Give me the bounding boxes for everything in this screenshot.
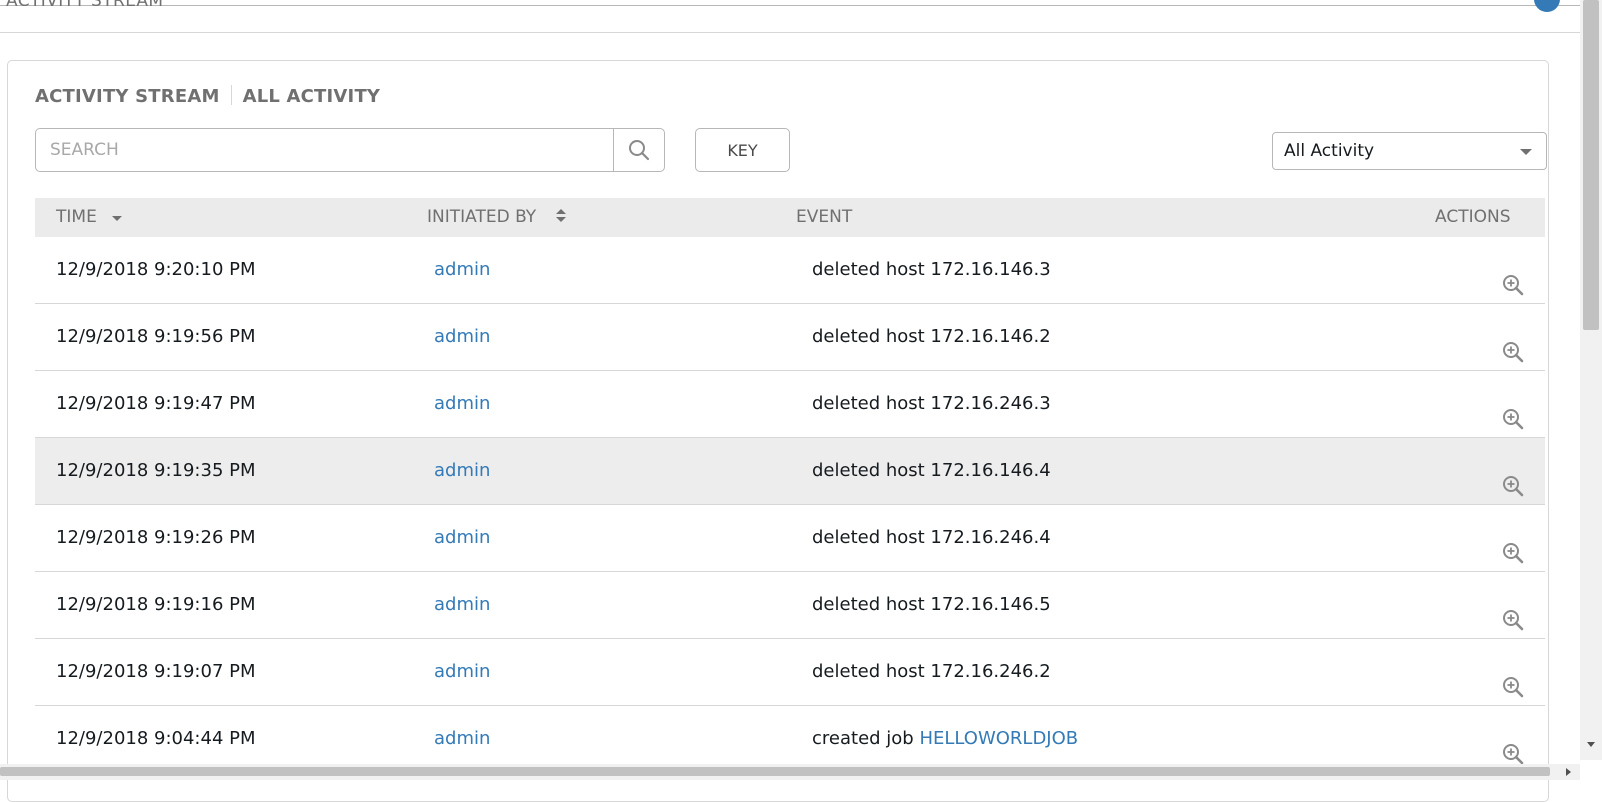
zoom-in-icon: [1503, 744, 1524, 765]
zoom-in-icon: [1503, 275, 1524, 296]
zoom-in-icon: [1503, 610, 1524, 631]
view-details-button[interactable]: [1501, 393, 1525, 430]
search-button[interactable]: [613, 129, 664, 171]
table-row: 12/9/2018 9:04:44 PM admin created job HEL…: [35, 706, 1545, 773]
row-event: deleted host 172.16.146.3: [812, 237, 1051, 303]
top-header: ACTIVITY STREAM: [0, 0, 1582, 33]
column-time-label: TIME: [56, 207, 97, 227]
row-event-object-link[interactable]: HELLOWORLDJOB: [919, 728, 1078, 749]
row-event-text: deleted host 172.16.146.5: [812, 594, 1051, 615]
table-row: 12/9/2018 9:19:16 PM admin deleted host 17…: [35, 572, 1545, 639]
table-row: 12/9/2018 9:19:56 PM admin deleted host 17…: [35, 304, 1545, 371]
vertical-scrollbar[interactable]: [1580, 0, 1602, 760]
activity-filter-select[interactable]: All Activity: [1272, 132, 1547, 170]
scroll-down-arrow-icon[interactable]: [1587, 742, 1595, 747]
horizontal-scroll-thumb[interactable]: [0, 767, 1550, 776]
chevron-down-icon: [1520, 149, 1532, 155]
row-time: 12/9/2018 9:19:26 PM: [56, 527, 256, 548]
activity-panel: ACTIVITY STREAM ALL ACTIVITY KEY All Acti…: [7, 60, 1549, 802]
row-time: 12/9/2018 9:19:35 PM: [56, 460, 256, 481]
row-user-link[interactable]: admin: [434, 706, 490, 772]
zoom-in-icon: [1503, 476, 1524, 497]
view-details-button[interactable]: [1501, 527, 1525, 564]
zoom-in-icon: [1503, 677, 1524, 698]
view-details-button[interactable]: [1501, 594, 1525, 631]
row-event: deleted host 172.16.146.5: [812, 572, 1051, 638]
row-time: 12/9/2018 9:04:44 PM: [56, 728, 256, 749]
user-avatar[interactable]: [1534, 0, 1560, 12]
table-row: 12/9/2018 9:19:47 PM admin deleted host 17…: [35, 371, 1545, 438]
view-details-button[interactable]: [1501, 728, 1525, 765]
table-row: 12/9/2018 9:19:07 PM admin deleted host 17…: [35, 639, 1545, 706]
view-details-button[interactable]: [1501, 460, 1525, 497]
row-event-text: created job: [812, 728, 920, 749]
sort-down-icon: [112, 216, 123, 221]
row-user-link[interactable]: admin: [434, 438, 490, 504]
search-input[interactable]: [36, 129, 614, 171]
vertical-scroll-thumb[interactable]: [1583, 0, 1599, 330]
row-event-text: deleted host 172.16.146.4: [812, 460, 1051, 481]
view-details-button[interactable]: [1501, 259, 1525, 296]
zoom-in-icon: [1503, 342, 1524, 363]
row-time: 12/9/2018 9:20:10 PM: [56, 259, 256, 280]
row-user-link[interactable]: admin: [434, 371, 490, 437]
scroll-right-arrow-icon[interactable]: [1566, 768, 1571, 776]
row-user-link[interactable]: admin: [434, 639, 490, 705]
panel-title: ACTIVITY STREAM ALL ACTIVITY: [35, 85, 380, 107]
column-initiated-by-label: INITIATED BY: [427, 207, 537, 227]
column-initiated-by[interactable]: INITIATED BY: [427, 198, 568, 237]
row-event-text: deleted host 172.16.146.2: [812, 326, 1051, 347]
column-actions: ACTIONS: [1435, 207, 1511, 227]
row-user-link[interactable]: admin: [434, 572, 490, 638]
row-time: 12/9/2018 9:19:07 PM: [56, 661, 256, 682]
table-header: TIME INITIATED BY EVENT ACTIONS: [35, 198, 1545, 237]
table-row: 12/9/2018 9:19:35 PM admin deleted host 17…: [35, 438, 1545, 505]
view-details-button[interactable]: [1501, 661, 1525, 698]
zoom-in-icon: [1503, 543, 1524, 564]
row-event: deleted host 172.16.246.4: [812, 505, 1051, 571]
row-event: deleted host 172.16.146.2: [812, 304, 1051, 370]
row-time: 12/9/2018 9:19:47 PM: [56, 393, 256, 414]
horizontal-scrollbar[interactable]: [0, 764, 1580, 780]
row-time: 12/9/2018 9:19:56 PM: [56, 326, 256, 347]
row-event-text: deleted host 172.16.246.4: [812, 527, 1051, 548]
row-event-text: deleted host 172.16.146.3: [812, 259, 1051, 280]
top-divider: [0, 5, 1582, 6]
search-icon: [629, 140, 650, 161]
search-box: [35, 128, 665, 172]
row-event-text: deleted host 172.16.246.2: [812, 661, 1051, 682]
title-separator: [230, 85, 232, 105]
sort-icon: [555, 209, 566, 222]
view-details-button[interactable]: [1501, 326, 1525, 363]
table-body: 12/9/2018 9:20:10 PM admin deleted host 17…: [35, 237, 1545, 773]
panel-title-main: ACTIVITY STREAM: [35, 86, 220, 107]
panel-title-sub: ALL ACTIVITY: [242, 86, 381, 107]
row-event: deleted host 172.16.246.3: [812, 371, 1051, 437]
key-button[interactable]: KEY: [695, 128, 790, 172]
row-user-link[interactable]: admin: [434, 237, 490, 303]
zoom-in-icon: [1503, 409, 1524, 430]
row-event-text: deleted host 172.16.246.3: [812, 393, 1051, 414]
table-row: 12/9/2018 9:19:26 PM admin deleted host 17…: [35, 505, 1545, 572]
column-event: EVENT: [796, 207, 853, 227]
row-event: deleted host 172.16.146.4: [812, 438, 1051, 504]
column-time[interactable]: TIME: [56, 198, 124, 237]
row-event: deleted host 172.16.246.2: [812, 639, 1051, 705]
header-title: ACTIVITY STREAM: [6, 0, 164, 11]
row-time: 12/9/2018 9:19:16 PM: [56, 594, 256, 615]
row-event: created job HELLOWORLDJOB: [812, 706, 1078, 772]
row-user-link[interactable]: admin: [434, 304, 490, 370]
activity-filter-value: All Activity: [1284, 141, 1375, 161]
table-row: 12/9/2018 9:20:10 PM admin deleted host 17…: [35, 237, 1545, 304]
row-user-link[interactable]: admin: [434, 505, 490, 571]
